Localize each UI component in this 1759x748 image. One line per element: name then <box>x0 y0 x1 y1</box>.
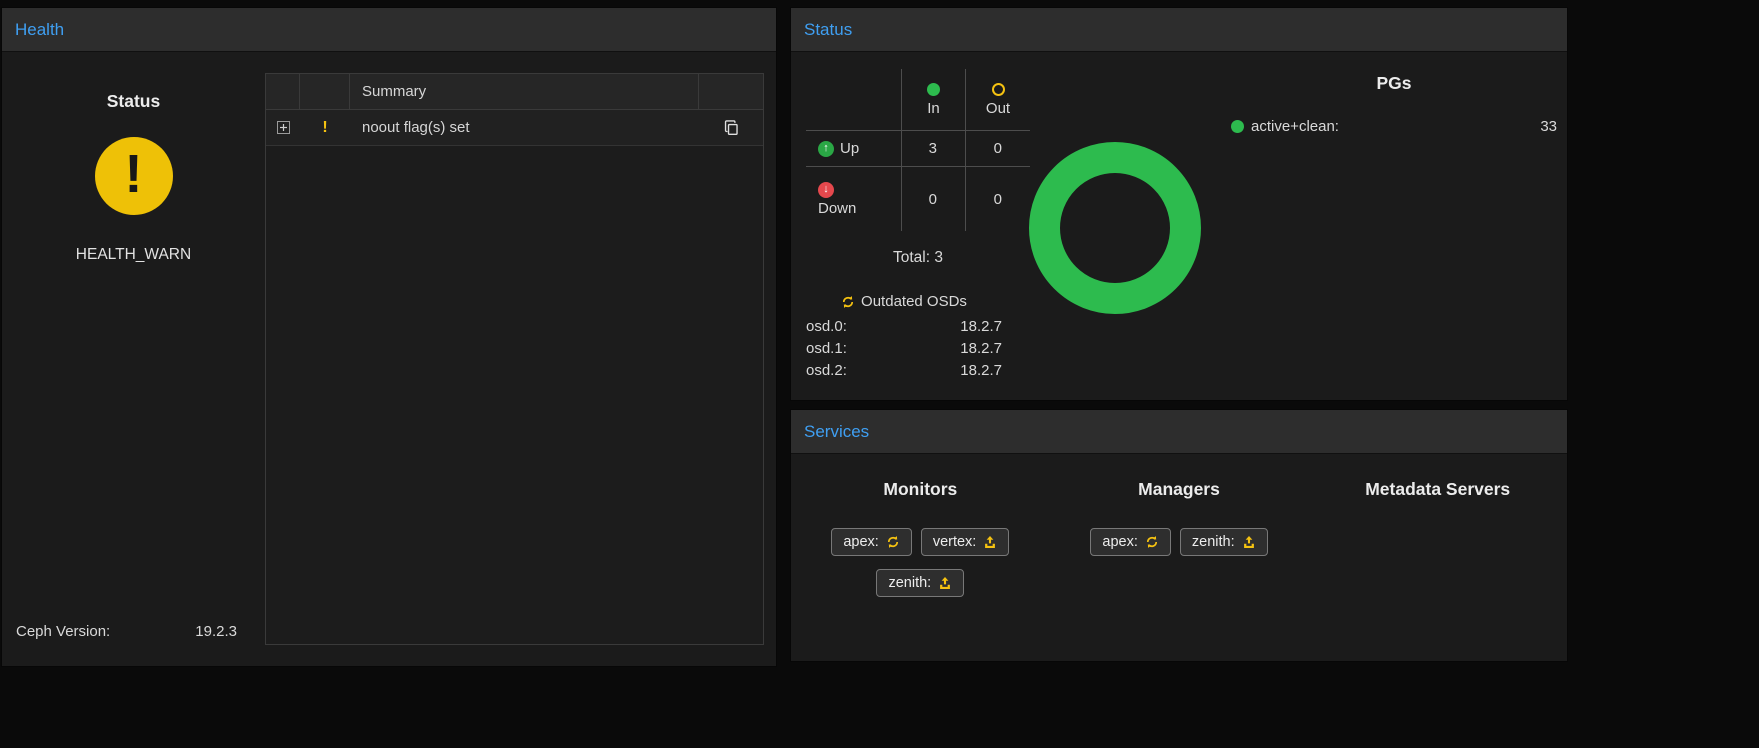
summary-header-severity-column <box>300 74 350 109</box>
service-name: apex: <box>843 534 878 550</box>
osd-down-in-value: 0 <box>902 167 966 231</box>
summary-table-header: Summary <box>266 74 763 110</box>
warning-exclamation-icon: ! <box>322 119 327 137</box>
osd-grid-down-header: ↓ Down <box>806 167 902 231</box>
active-clean-dot-icon <box>1231 120 1244 133</box>
outdated-osds-section: Outdated OSDs osd.0: 18.2.7 osd.1: 18.2.… <box>806 293 1002 382</box>
osd-up-in-value: 3 <box>902 131 966 167</box>
pgs-title: PGs <box>1231 73 1557 94</box>
osd-version: 18.2.7 <box>960 316 1002 338</box>
ceph-version-row: Ceph Version: 19.2.3 <box>16 623 237 640</box>
service-name: apex: <box>1102 534 1137 550</box>
pgs-donut-chart <box>1029 142 1201 314</box>
managers-button-row: apex: zenith: <box>1090 528 1267 556</box>
upload-icon <box>983 535 997 549</box>
out-dot-icon <box>992 83 1005 96</box>
outdated-osds-title-row: Outdated OSDs <box>806 293 1002 310</box>
health-summary-table: Summary ! noout flag(s) set <box>265 73 764 645</box>
outdated-osds-rows: osd.0: 18.2.7 osd.1: 18.2.7 osd.2: 18.2.… <box>806 316 1002 382</box>
health-panel-body: Status HEALTH_WARN Ceph Version: 19.2.3 … <box>2 53 776 666</box>
osd-grid-out-header: Out <box>966 69 1030 131</box>
managers-heading: Managers <box>1050 479 1309 500</box>
pgs-legend-label: active+clean: <box>1251 118 1339 135</box>
monitors-button-row: apex: vertex: <box>831 528 1009 556</box>
outdated-osds-title: Outdated OSDs <box>861 293 967 310</box>
osd-grid-up-header: ↑ Up <box>806 131 902 167</box>
summary-header-expand-column <box>266 74 300 109</box>
services-column-monitors: Monitors apex: <box>791 455 1050 661</box>
upload-icon <box>938 576 952 590</box>
copy-icon[interactable] <box>723 119 740 136</box>
outdated-osd-row: osd.2: 18.2.7 <box>806 360 1002 382</box>
monitor-zenith-button[interactable]: zenith: <box>876 569 964 597</box>
summary-header-label[interactable]: Summary <box>350 74 699 109</box>
osd-up-out-value: 0 <box>966 131 1030 167</box>
health-status-column: Status HEALTH_WARN Ceph Version: 19.2.3 <box>2 53 265 666</box>
services-column-metadata-servers: Metadata Servers <box>1308 455 1567 661</box>
services-columns: Monitors apex: <box>791 455 1567 661</box>
down-header-label: Down <box>818 200 856 217</box>
ceph-dashboard: Health Status HEALTH_WARN Ceph Version: … <box>0 0 1759 748</box>
expand-plus-icon[interactable] <box>277 121 290 134</box>
services-panel-body: Monitors apex: <box>791 455 1567 661</box>
osd-in-out-grid: In Out ↑ Up 3 0 ↓ Down 0 0 <box>806 69 1030 231</box>
row-severity-cell: ! <box>300 110 350 145</box>
row-expand-cell[interactable] <box>266 110 300 145</box>
osd-name: osd.0: <box>806 316 847 338</box>
osd-name: osd.1: <box>806 338 847 360</box>
status-panel-title: Status <box>791 8 1567 52</box>
monitors-heading: Monitors <box>791 479 1050 500</box>
monitors-button-row: zenith: <box>876 569 964 597</box>
status-panel-body: In Out ↑ Up 3 0 ↓ Down 0 0 T <box>791 53 1567 400</box>
osd-version: 18.2.7 <box>960 360 1002 382</box>
osd-name: osd.2: <box>806 360 847 382</box>
manager-apex-button[interactable]: apex: <box>1090 528 1170 556</box>
manager-zenith-button[interactable]: zenith: <box>1180 528 1268 556</box>
health-panel: Health Status HEALTH_WARN Ceph Version: … <box>1 7 777 667</box>
services-column-managers: Managers apex: <box>1050 455 1309 661</box>
osd-grid-in-header: In <box>902 69 966 131</box>
outdated-osd-row: osd.1: 18.2.7 <box>806 338 1002 360</box>
outdated-osd-row: osd.0: 18.2.7 <box>806 316 1002 338</box>
up-arrow-icon: ↑ <box>818 141 834 157</box>
refresh-icon <box>841 295 855 309</box>
service-name: vertex: <box>933 534 977 550</box>
pgs-legend-row: active+clean: 33 <box>1231 118 1557 135</box>
monitor-vertex-button[interactable]: vertex: <box>921 528 1010 556</box>
services-panel-title: Services <box>791 410 1567 454</box>
metadata-servers-heading: Metadata Servers <box>1308 479 1567 500</box>
refresh-icon <box>886 535 900 549</box>
monitor-apex-button[interactable]: apex: <box>831 528 911 556</box>
service-name: zenith: <box>888 575 931 591</box>
row-copy-cell[interactable] <box>699 110 763 145</box>
monitors-buttons: apex: vertex: <box>791 528 1050 597</box>
upload-icon <box>1242 535 1256 549</box>
health-status-heading: Status <box>2 91 265 112</box>
refresh-icon <box>1145 535 1159 549</box>
osd-grid-corner <box>806 69 902 131</box>
osd-down-out-value: 0 <box>966 167 1030 231</box>
service-name: zenith: <box>1192 534 1235 550</box>
up-header-label: Up <box>840 140 859 157</box>
health-state-text: HEALTH_WARN <box>2 246 265 264</box>
health-panel-title: Health <box>2 8 776 52</box>
services-panel: Services Monitors apex: <box>790 409 1568 662</box>
pgs-legend-value: 33 <box>1540 118 1557 135</box>
managers-buttons: apex: zenith: <box>1050 528 1309 556</box>
pgs-section: PGs active+clean: 33 <box>1231 73 1557 135</box>
status-panel: Status In Out ↑ Up 3 0 ↓ <box>790 7 1568 401</box>
summary-header-action-column <box>699 74 763 109</box>
out-header-label: Out <box>986 100 1010 117</box>
summary-row-text: noout flag(s) set <box>350 110 699 145</box>
ceph-version-label: Ceph Version: <box>16 623 110 640</box>
down-arrow-icon: ↓ <box>818 182 834 198</box>
in-dot-icon <box>927 83 940 96</box>
summary-table-row[interactable]: ! noout flag(s) set <box>266 110 763 146</box>
health-warning-icon <box>95 137 173 215</box>
osd-version: 18.2.7 <box>960 338 1002 360</box>
osd-total: Total: 3 <box>806 249 1030 267</box>
ceph-version-value: 19.2.3 <box>195 623 237 640</box>
in-header-label: In <box>927 100 940 117</box>
